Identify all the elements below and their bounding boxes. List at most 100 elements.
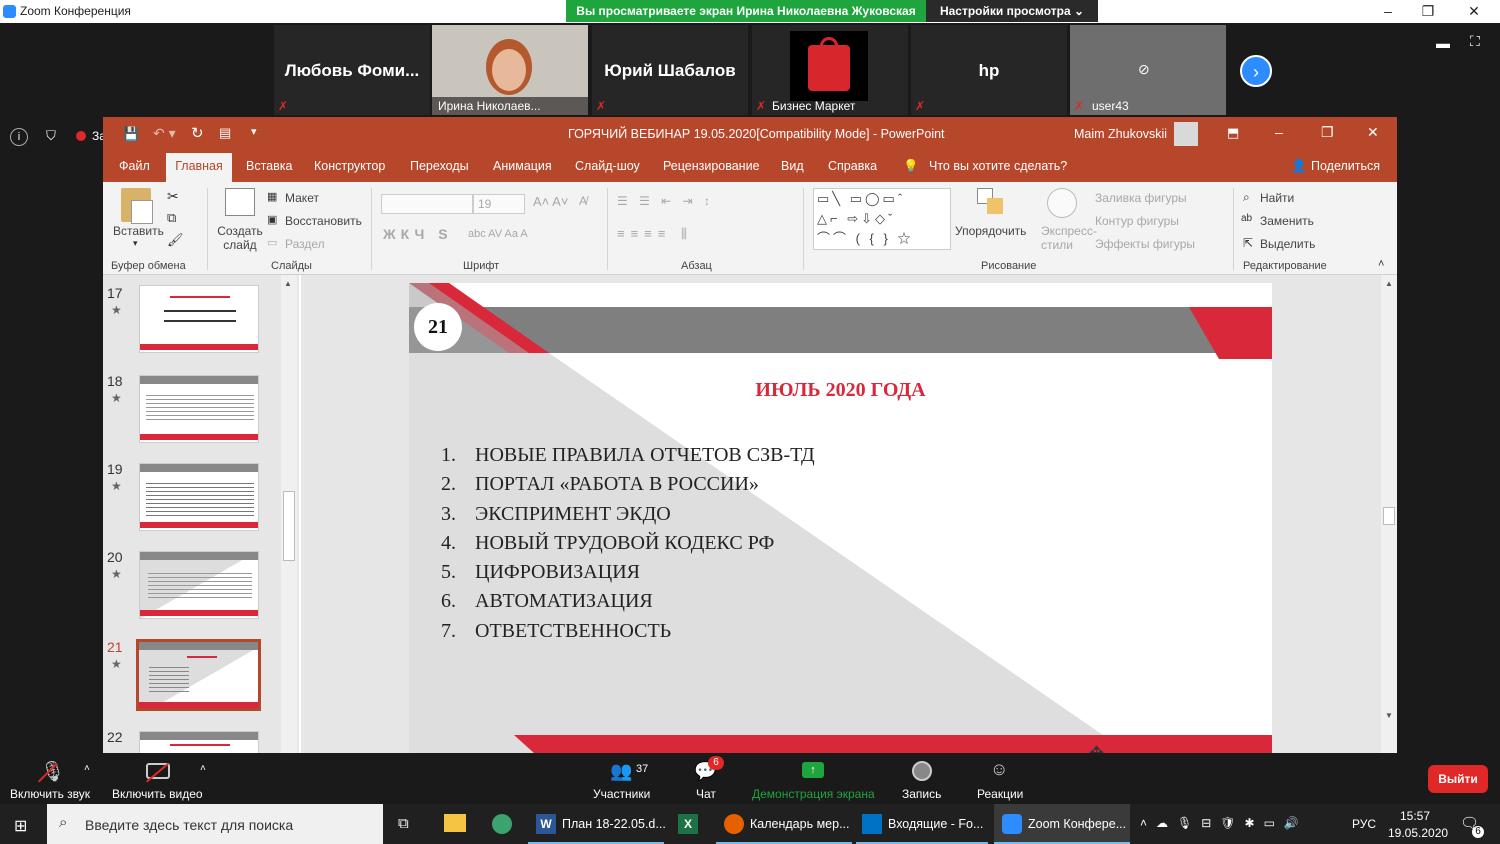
search-input[interactable]: Введите здесь текст для поиска [85,817,293,833]
arrange-button[interactable]: Упорядочить [955,224,1026,238]
slide-thumbnail[interactable] [139,285,259,353]
reactions-button[interactable]: Реакции [977,787,1023,801]
taskbar-app-word[interactable]: W План 18-22.05.d... [528,804,666,844]
clear-format-icon[interactable]: A̸ [579,194,587,208]
minimize-icon[interactable]: – [1275,124,1283,140]
customize-qat-icon[interactable]: ▾ [251,125,257,138]
slide-thumbnail[interactable] [139,375,259,443]
slide-canvas[interactable]: 21 ИЮЛЬ 2020 ГОДА 1. НОВЫЕ ПРАВИЛА ОТЧЕТО… [409,283,1272,753]
font-family-select[interactable] [381,194,473,214]
minimize-icon[interactable]: – [1378,3,1398,19]
taskbar-app-zoom[interactable]: Zoom Конфере... [994,804,1130,844]
list-icons[interactable]: ☰ ☰ ⇤ ⇥ ↕ [617,194,714,208]
undo-icon[interactable]: ↶ ▾ [153,125,176,142]
muted-mic-icon[interactable]: 🎙 [40,759,65,784]
cut-icon[interactable]: ✂ [167,188,179,205]
section-button[interactable]: Раздел [285,237,325,251]
tab-transitions[interactable]: Переходы [410,159,469,173]
close-icon[interactable]: ✕ [1367,124,1379,141]
slide-thumbnail[interactable] [139,463,259,531]
ribbon-display-icon[interactable]: ⬒ [1227,125,1239,141]
share-screen-icon[interactable]: ↑ [802,762,824,778]
restore-icon[interactable]: ❐ [1321,124,1334,141]
chat-button[interactable]: Чат [696,787,716,801]
arrange-icon[interactable] [977,188,1005,216]
shape-effects-button[interactable]: Эффекты фигуры [1095,237,1195,251]
participant-tile[interactable]: Любовь Фоми... ✗ [274,25,430,115]
video-options-icon[interactable]: ˄ [200,763,206,774]
file-explorer-icon[interactable] [444,814,466,832]
tab-file[interactable]: Файл [119,159,150,173]
excel-icon[interactable]: X [678,814,698,834]
layout-button[interactable]: Макет [285,191,319,205]
font-size-select[interactable]: 19 [473,194,525,214]
slide-thumbnail[interactable] [139,731,259,753]
tray-icons[interactable]: ˄☁🎙⊟🛡✱▭🔊 [1140,816,1308,830]
participants-icon[interactable]: 👥 [610,761,632,782]
tab-animations[interactable]: Анимация [493,159,552,173]
taskbar-search[interactable]: ⌕ Введите здесь текст для поиска [47,804,383,844]
fullscreen-icon[interactable]: ⛶ [1470,33,1480,50]
bold-italic-underline-icons[interactable]: ЖКЧ S [383,226,453,242]
quick-styles-button[interactable]: Экспресс-стили [1041,224,1097,252]
shape-outline-button[interactable]: Контур фигуры [1095,214,1179,228]
copy-icon[interactable]: ⧉ [167,210,176,226]
reset-button[interactable]: Восстановить [285,214,362,228]
slide-thumbnail[interactable] [139,551,259,619]
paste-dropdown-icon[interactable]: ▾ [133,238,138,249]
tab-slideshow[interactable]: Слайд-шоу [575,159,640,173]
unmute-button[interactable]: Включить звук [10,787,90,801]
paste-button[interactable]: Вставить [113,224,164,238]
language-indicator[interactable]: РУС [1352,817,1376,831]
tab-view[interactable]: Вид [781,159,804,173]
share-screen-button[interactable]: Демонстрация экрана [752,787,875,801]
next-page-arrow-icon[interactable]: › [1240,55,1272,87]
gallery-view-icon[interactable]: ▬ [1436,35,1450,51]
taskbar-app-firefox[interactable]: Календарь мер... [716,804,852,844]
participant-tile[interactable]: Юрий Шабалов ✗ [592,25,748,115]
collapse-ribbon-icon[interactable]: ˄ [1378,258,1384,270]
info-icon[interactable]: i [10,128,28,146]
align-icons[interactable]: ≡≡≡≡ ⫼ [617,226,693,242]
shapes-gallery[interactable]: ▭╲ ▭◯▭ˆ △⌐ ⇨⇩◇ˇ ⌒⌒ ( { } ☆ [813,188,951,250]
clock-time[interactable]: 15:57 [1400,809,1430,823]
avatar[interactable] [1174,122,1198,146]
maximize-icon[interactable]: ❐ [1418,3,1438,19]
scroll-up-icon[interactable]: ▲ [1385,279,1393,288]
tab-help[interactable]: Справка [828,159,877,173]
tab-home[interactable]: Главная [166,153,232,182]
new-slide-icon[interactable] [225,188,255,216]
participants-button[interactable]: Участники [593,787,650,801]
windows-start-icon[interactable]: ⊞ [14,816,27,836]
taskbar-app-outlook[interactable]: Входящие - Fo... [856,804,988,844]
scroll-down-icon[interactable]: ▼ [1385,711,1393,720]
participant-tile[interactable]: ⊘ user43 ✗ [1070,25,1226,115]
record-button[interactable]: Запись [902,787,941,801]
tell-me-input[interactable]: Что вы хотите сделать? [929,159,1067,173]
task-view-icon[interactable]: ⧉ [398,815,409,832]
participant-tile[interactable]: Бизнес Маркет ✗ [752,25,908,115]
share-button[interactable]: Поделиться [1311,159,1380,173]
replace-button[interactable]: Заменить [1260,214,1314,228]
find-button[interactable]: Найти [1260,191,1294,205]
reactions-icon[interactable]: ☺ [990,759,1008,780]
participant-tile[interactable]: Ирина Николаев... [432,25,588,115]
select-button[interactable]: Выделить [1260,237,1315,251]
quick-styles-icon[interactable] [1047,188,1077,218]
save-icon[interactable]: 💾 [123,126,139,142]
grow-font-icon[interactable]: A˄ A˅ [533,194,568,209]
tab-review[interactable]: Рецензирование [663,159,760,173]
tab-insert[interactable]: Вставка [246,159,292,173]
strike-spacing-icons[interactable]: abc AV Aa A [468,228,528,240]
view-options-button[interactable]: Настройки просмотра ⌄ [926,0,1098,22]
slide-thumbnail-selected[interactable] [136,639,261,711]
new-slide-button[interactable]: Создать слайд [215,224,265,252]
scroll-thumb[interactable] [1383,507,1395,525]
participant-tile[interactable]: hp ✗ [911,25,1067,115]
audio-options-icon[interactable]: ˄ [84,763,90,774]
tab-design[interactable]: Конструктор [314,159,385,173]
browser-icon[interactable] [492,814,512,834]
editor-scrollbar[interactable]: ▲ ▼ [1381,275,1397,753]
record-icon[interactable] [912,761,932,781]
thumbs-scrollbar[interactable]: ▲ [281,275,297,753]
